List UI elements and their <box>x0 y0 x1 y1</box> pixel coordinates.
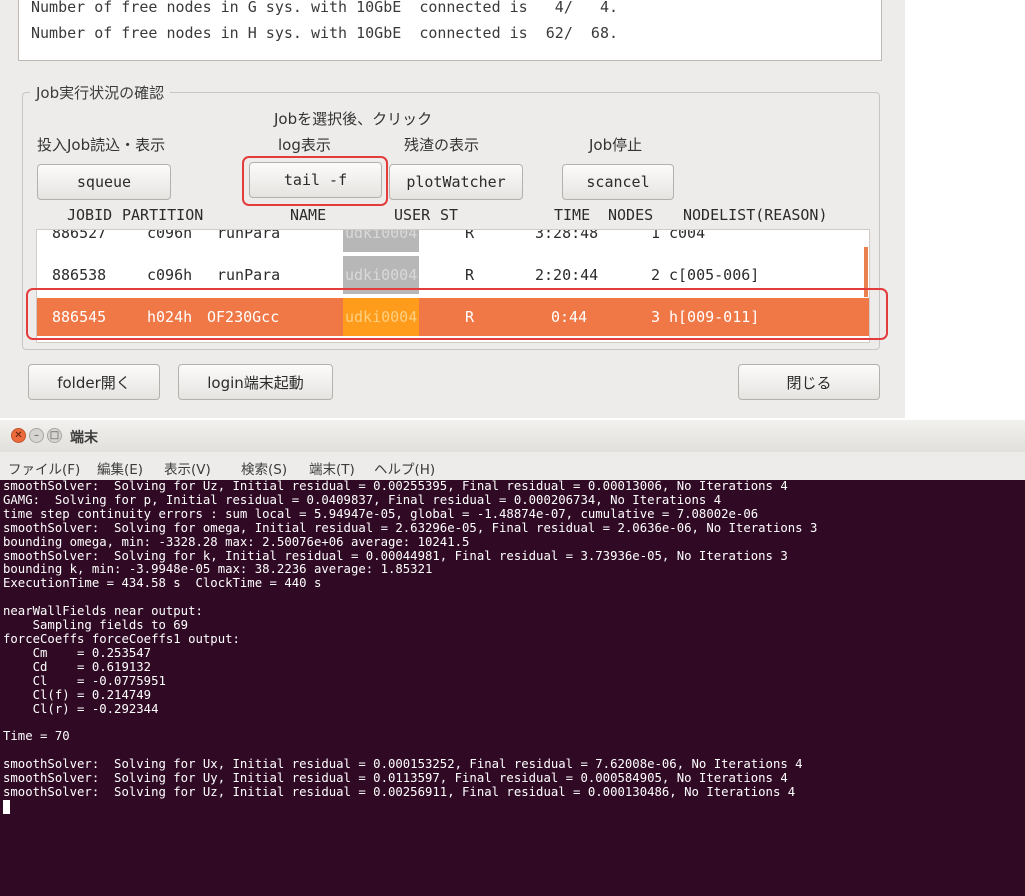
col-nodelist: NODELIST(REASON) <box>683 206 828 224</box>
residual-display-label: 残渣の表示 <box>404 136 480 154</box>
console-line: bounding k, min: -3.9948e-05 max: 38.223… <box>3 562 433 577</box>
terminal-titlebar[interactable]: ✕ – □ 端末 <box>0 420 1025 452</box>
job-nodelist: c004 <box>669 229 706 242</box>
squeue-button[interactable]: squeue <box>37 164 171 200</box>
terminal-menubar: ファイル(F) 編集(E) 表示(V) 検索(S) 端末(T) ヘルプ(H) <box>0 452 1025 480</box>
close-button[interactable]: 閉じる <box>738 364 880 400</box>
col-st: ST <box>440 206 459 224</box>
job-time: 3:28:48 <box>535 229 599 242</box>
job-row[interactable]: 886527 c096h runPara udki0004 R 3:28:48 … <box>37 229 869 252</box>
job-partition: c096h <box>147 229 193 242</box>
text-cursor <box>3 799 10 814</box>
job-user: udki0004 <box>343 230 420 252</box>
menu-edit[interactable]: 編集(E) <box>97 458 143 478</box>
console-line: nearWallFields near output: <box>3 604 203 619</box>
free-nodes-line-g: Number of free nodes in G sys. with 10Gb… <box>31 0 618 16</box>
load-display-label: 投入Job読込・表示 <box>37 136 166 154</box>
col-time: TIME <box>554 206 591 224</box>
console-line: Cm = 0.253547 <box>3 645 152 660</box>
console-line: ExecutionTime = 434.58 s ClockTime = 440… <box>3 576 322 591</box>
log-display-label: log表示 <box>278 136 331 154</box>
col-partition: PARTITION <box>122 206 204 224</box>
console-line: smoothSolver: Solving for Uz, Initial re… <box>3 784 796 799</box>
menu-help[interactable]: ヘルプ(H) <box>374 458 435 478</box>
terminal-window: ✕ – □ 端末 ファイル(F) 編集(E) 表示(V) 検索(S) 端末(T)… <box>0 420 1025 896</box>
console-line: Time = 70 <box>3 729 70 744</box>
close-icon[interactable]: ✕ <box>11 428 26 443</box>
console-line: GAMG: Solving for p, Initial residual = … <box>3 492 722 507</box>
terminal-output[interactable]: smoothSolver: Solving for Uz, Initial re… <box>0 480 1025 896</box>
terminal-title: 端末 <box>70 430 98 446</box>
console-line: Cd = 0.619132 <box>3 659 152 674</box>
console-cursor-line <box>0 799 1025 814</box>
login-terminal-button[interactable]: login端末起動 <box>178 364 333 400</box>
console-line: smoothSolver: Solving for k, Initial res… <box>3 548 788 563</box>
scancel-button[interactable]: scancel <box>562 164 674 200</box>
selected-row-highlight <box>26 288 888 340</box>
console-line: smoothSolver: Solving for omega, Initial… <box>3 520 818 535</box>
console-line: forceCoeffs forceCoeffs1 output: <box>3 631 240 646</box>
job-state: R <box>465 229 475 242</box>
col-user: USER <box>394 206 431 224</box>
col-nodes: NODES <box>608 206 654 224</box>
free-nodes-line-h: Number of free nodes in H sys. with 10Gb… <box>31 24 618 42</box>
minimize-icon[interactable]: – <box>29 428 44 443</box>
menu-search[interactable]: 検索(S) <box>241 458 287 478</box>
plotwatcher-button[interactable]: plotWatcher <box>389 164 523 200</box>
console-line: Cl = -0.0775951 <box>3 673 166 688</box>
console-line: Sampling fields to 69 <box>3 618 189 633</box>
console-line: smoothSolver: Solving for Ux, Initial re… <box>3 757 803 772</box>
job-status-group-title: Job実行状況の確認 <box>30 82 171 103</box>
menu-terminal[interactable]: 端末(T) <box>309 458 355 478</box>
job-stop-label: Job停止 <box>589 136 643 154</box>
folder-open-button[interactable]: folder開く <box>28 364 160 400</box>
col-jobid: JOBID <box>67 206 113 224</box>
job-nodes: 1 <box>651 229 661 242</box>
tail-button-highlight <box>242 156 388 206</box>
maximize-icon[interactable]: □ <box>47 428 62 443</box>
console-line: time step continuity errors : sum local … <box>3 506 759 521</box>
select-hint-label: Jobを選択後、クリック <box>274 110 433 128</box>
console-line: Cl(f) = 0.214749 <box>3 687 152 702</box>
job-name: runPara <box>217 229 281 242</box>
menu-view[interactable]: 表示(V) <box>164 458 211 478</box>
free-nodes-textbox[interactable]: Number of free nodes in G sys. with 10Gb… <box>18 0 882 61</box>
console-line: Cl(r) = -0.292344 <box>3 701 159 716</box>
menu-file[interactable]: ファイル(F) <box>8 458 80 478</box>
console-line: smoothSolver: Solving for Uz, Initial re… <box>3 480 788 493</box>
col-name: NAME <box>290 206 327 224</box>
job-monitor-dialog: Number of free nodes in G sys. with 10Gb… <box>0 0 905 418</box>
job-table-header: JOBID PARTITION NAME USER ST TIME NODES … <box>36 206 871 228</box>
job-id: 886527 <box>52 229 107 242</box>
console-line: bounding omega, min: -3328.28 max: 2.500… <box>3 534 470 549</box>
console-line: smoothSolver: Solving for Uy, Initial re… <box>3 771 788 786</box>
